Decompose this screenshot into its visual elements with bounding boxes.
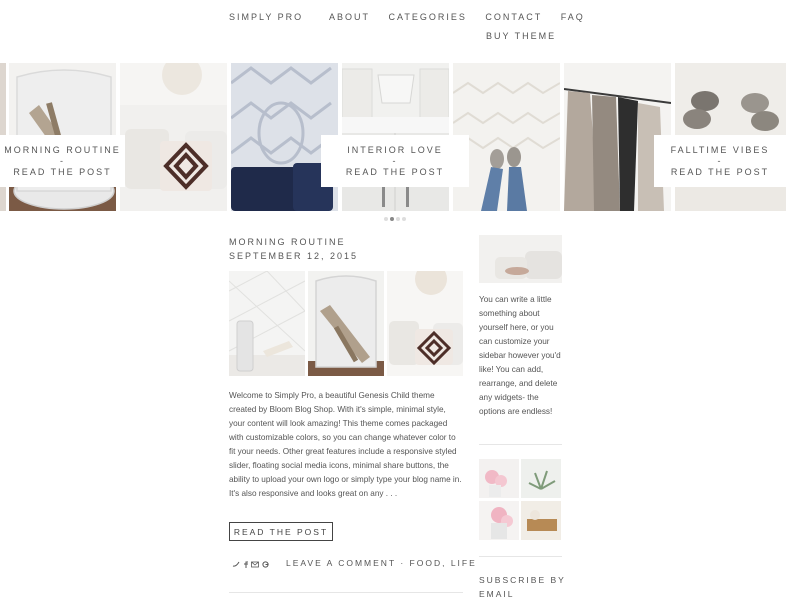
instagram-photo-tray[interactable] xyxy=(521,501,561,540)
slider-pagination xyxy=(384,217,406,221)
nav-faq[interactable]: FAQ xyxy=(561,12,585,22)
slide-caption-morning[interactable]: MORNING ROUTINE - READ THE POST xyxy=(0,135,125,187)
twitter-icon[interactable] xyxy=(232,561,240,570)
instagram-photo-plant[interactable] xyxy=(521,459,561,498)
post-meta[interactable]: LEAVE A COMMENT · FOOD, LIFE xyxy=(286,558,477,568)
slider-dot-active[interactable] xyxy=(390,217,394,221)
slide-link[interactable]: READ THE POST xyxy=(671,167,769,178)
nav-about[interactable]: ABOUT xyxy=(329,12,370,22)
slide-separator: - xyxy=(392,155,398,166)
slider-dot[interactable] xyxy=(396,217,400,221)
facebook-icon[interactable] xyxy=(243,561,248,570)
post-image-pillows xyxy=(387,271,463,376)
subscribe-heading: SUBSCRIBE BY EMAIL xyxy=(479,575,566,599)
instagram-photo-peonies[interactable] xyxy=(479,459,519,498)
slide-title: MORNING ROUTINE xyxy=(4,144,121,155)
slide-separator: - xyxy=(717,155,723,166)
google-plus-icon[interactable] xyxy=(262,561,269,570)
slide-link[interactable]: READ THE POST xyxy=(13,167,111,178)
instagram-photo-flowers[interactable] xyxy=(479,501,519,540)
slide-caption-falltime[interactable]: FALLTIME VIBES - READ THE POST xyxy=(654,135,786,187)
slider-dot[interactable] xyxy=(384,217,388,221)
read-post-button[interactable]: READ THE POST xyxy=(229,522,333,541)
post-title[interactable]: MORNING ROUTINE xyxy=(229,237,346,247)
slide-link[interactable]: READ THE POST xyxy=(346,167,444,178)
nav-categories[interactable]: CATEGORIES xyxy=(389,12,467,22)
nav-buy-theme[interactable]: BUY THEME xyxy=(486,31,556,41)
sidebar-divider xyxy=(479,556,562,557)
slide-title: FALLTIME VIBES xyxy=(670,144,770,155)
slider-dot[interactable] xyxy=(402,217,406,221)
share-buttons xyxy=(232,561,269,570)
post-image-tiles xyxy=(229,271,305,376)
slide-caption-interior[interactable]: INTERIOR LOVE - READ THE POST xyxy=(321,135,469,187)
slide-title: INTERIOR LOVE xyxy=(347,144,443,155)
sidebar-divider xyxy=(479,444,562,445)
slide-image-legs[interactable] xyxy=(453,63,560,211)
post-divider xyxy=(229,592,463,593)
slide-separator: - xyxy=(60,155,65,166)
post-excerpt: Welcome to Simply Pro, a beautiful Genes… xyxy=(229,391,462,498)
email-icon[interactable] xyxy=(251,561,259,570)
primary-nav: ABOUT CATEGORIES CONTACT FAQ xyxy=(329,12,599,22)
sidebar-about-photo xyxy=(479,235,562,283)
site-logo[interactable]: SIMPLY PRO xyxy=(229,12,303,22)
post-date: SEPTEMBER 12, 2015 xyxy=(229,251,359,261)
slide-image-pillows[interactable] xyxy=(120,63,227,211)
nav-contact[interactable]: CONTACT xyxy=(485,12,542,22)
featured-slider: MORNING ROUTINE - READ THE POST INTERIOR… xyxy=(0,63,786,211)
post-image-jar xyxy=(308,271,384,376)
sidebar-about-text: You can write a little something about y… xyxy=(479,295,561,416)
